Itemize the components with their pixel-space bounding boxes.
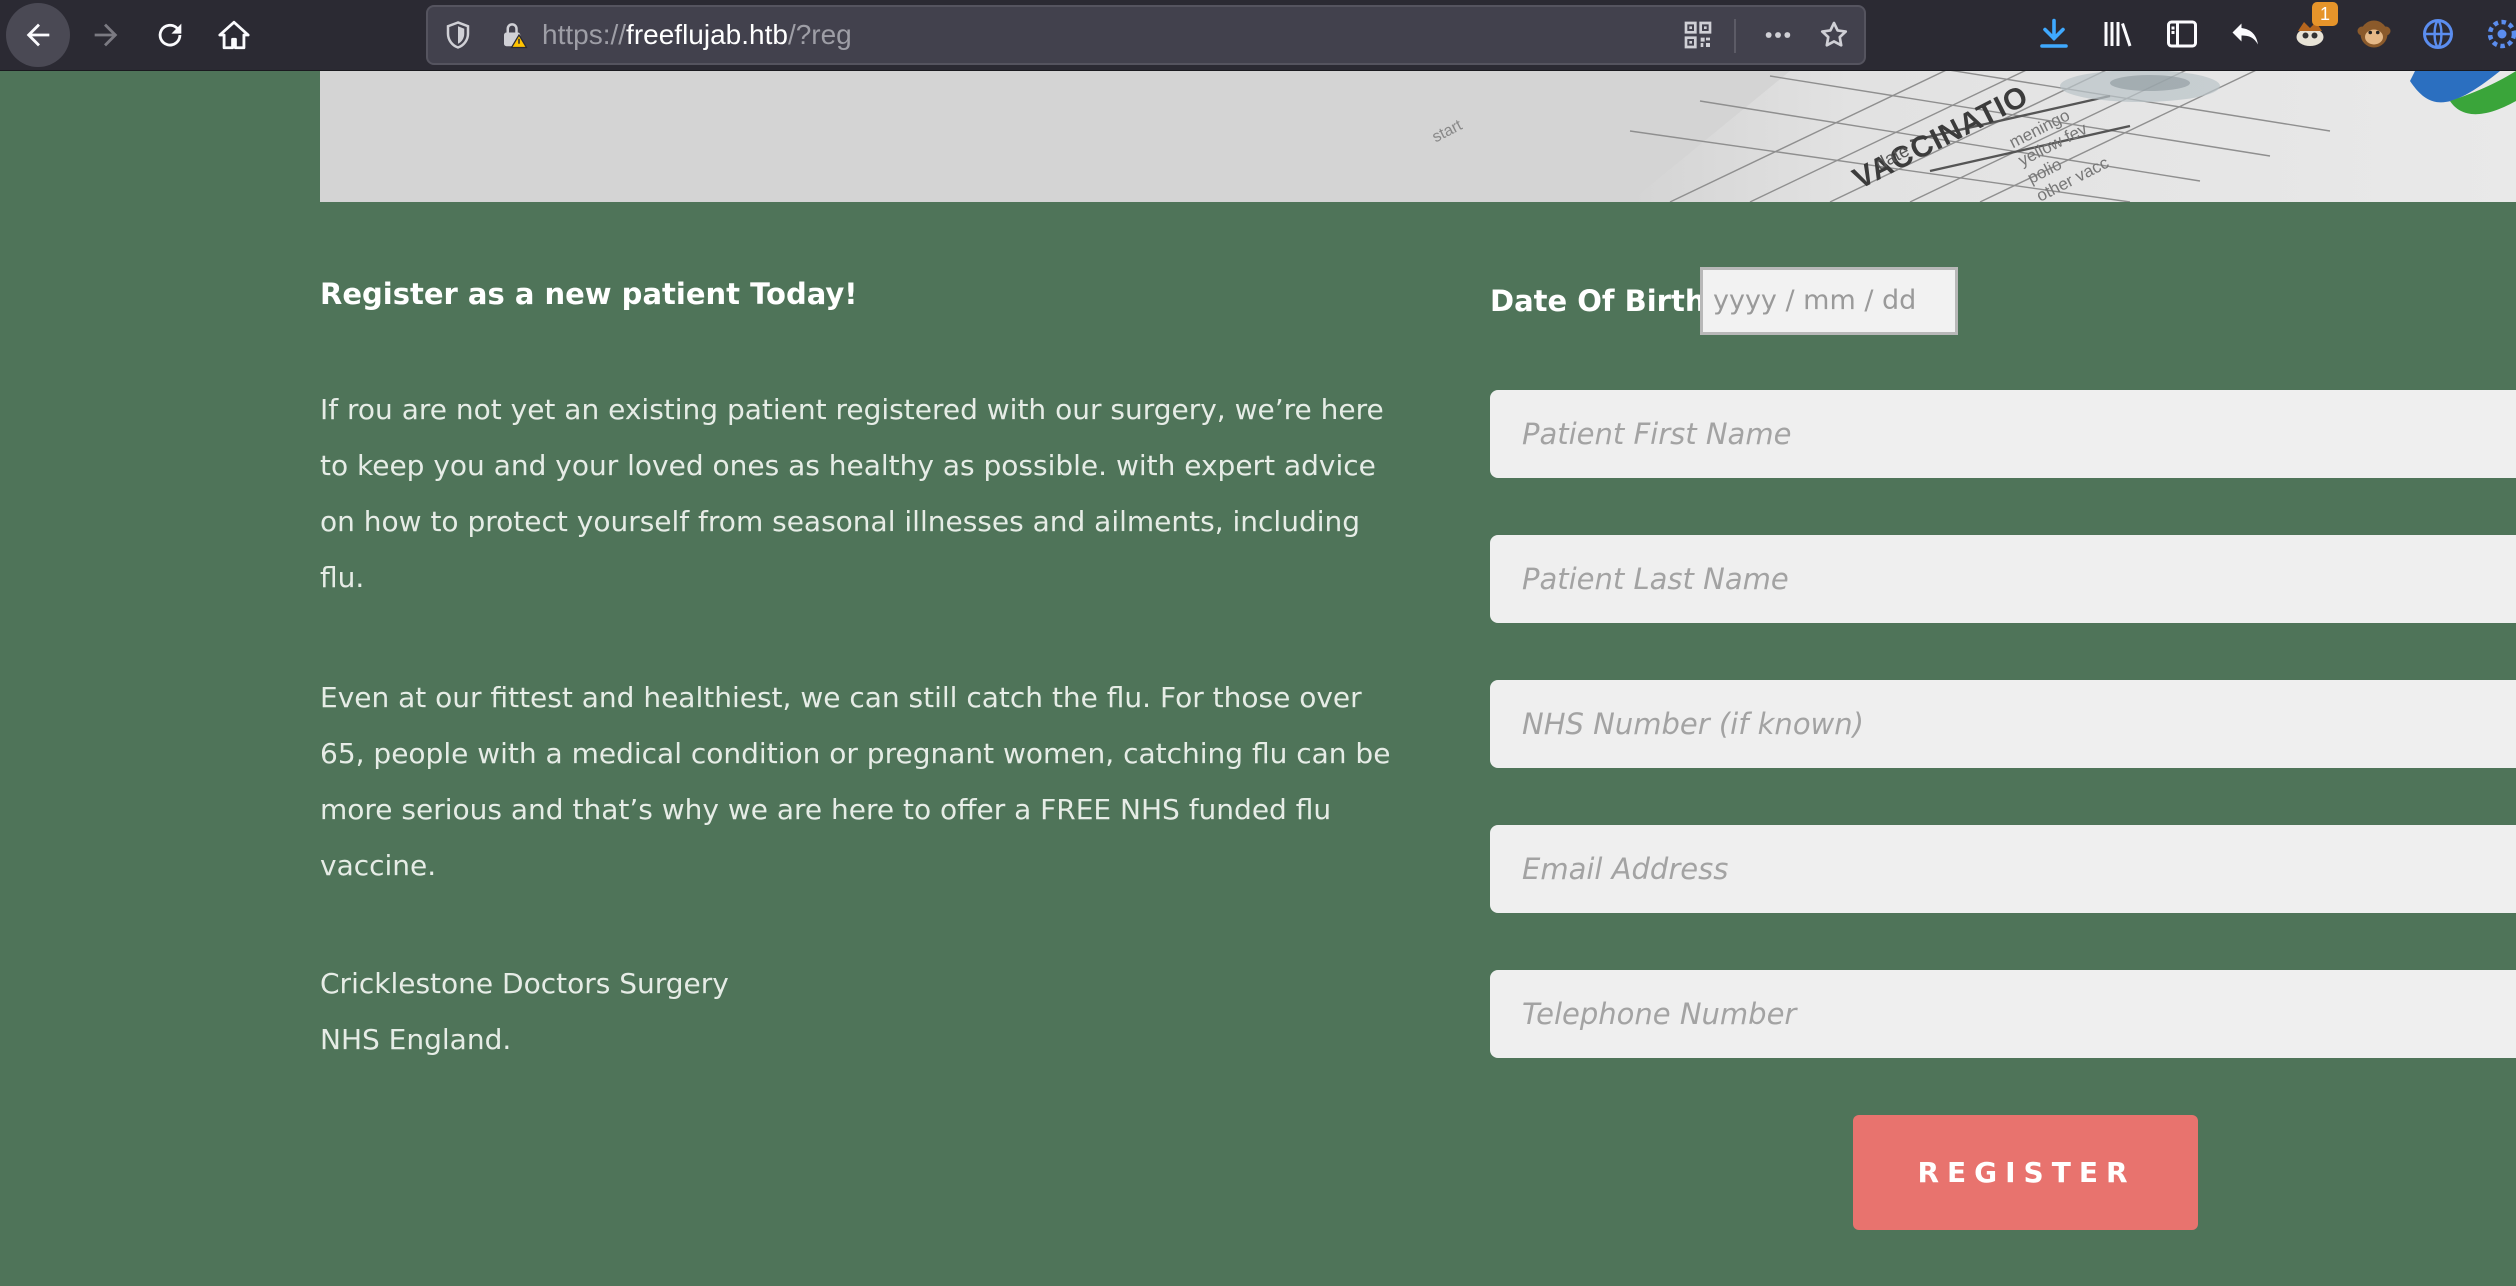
dob-label: Date Of Birth: [1490,284,1718,318]
library-icon[interactable] [2096,12,2140,56]
signature-line-1: Cricklestone Doctors Surgery [320,967,729,1000]
back-icon [26,23,50,47]
monkey-icon[interactable] [2352,12,2396,56]
bookmark-star-icon[interactable] [1814,17,1854,53]
home-button[interactable] [202,3,266,67]
first-name-input[interactable] [1490,390,2516,478]
url-separator [1734,19,1736,53]
url-path: /?reg [787,19,852,50]
url-text[interactable]: https://freeflujab.htb/?reg [542,19,852,51]
url-scheme: https:// [542,19,627,50]
shield-icon[interactable] [440,17,476,53]
signature-line-2: NHS England. [320,1023,512,1056]
intro-paragraph-1: If rou are not yet an existing patient r… [320,393,1384,594]
intro-heading: Register as a new patient Today! [320,277,858,311]
home-icon [218,20,250,50]
address-bar[interactable]: https://freeflujab.htb/?reg [426,5,1866,65]
signature: Cricklestone Doctors Surgery NHS England… [320,956,1400,1068]
dob-input[interactable]: yyyy / mm / dd [1700,267,1958,335]
browser-toolbar: https://freeflujab.htb/?reg 1 [0,0,2516,71]
forward-icon [94,23,118,47]
reload-button[interactable] [138,3,202,67]
settings-icon[interactable] [2480,12,2516,56]
lock-warning-icon[interactable] [496,17,532,53]
intro-section: Register as a new patient Today! If rou … [320,272,1400,1056]
telephone-input[interactable] [1490,970,2516,1058]
hero-image: start VACCINATIO date meningo yellow fev… [320,71,2516,202]
nhs-number-input[interactable] [1490,680,2516,768]
globe-icon[interactable] [2416,12,2460,56]
sidebar-icon[interactable] [2160,12,2204,56]
qr-code-icon[interactable] [1678,17,1718,53]
url-host: freeflujab.htb [626,19,788,50]
intro-paragraph-2: Even at our fittest and healthiest, we c… [320,681,1391,882]
undo-icon[interactable] [2224,12,2268,56]
forward-button[interactable] [74,3,138,67]
reload-icon [158,23,182,47]
more-icon[interactable] [1758,17,1798,53]
register-button[interactable]: REGISTER [1853,1115,2198,1230]
last-name-input[interactable] [1490,535,2516,623]
download-icon[interactable] [2032,12,2076,56]
extension-badge: 1 [2312,2,2338,26]
email-input[interactable] [1490,825,2516,913]
back-button[interactable] [6,3,70,67]
